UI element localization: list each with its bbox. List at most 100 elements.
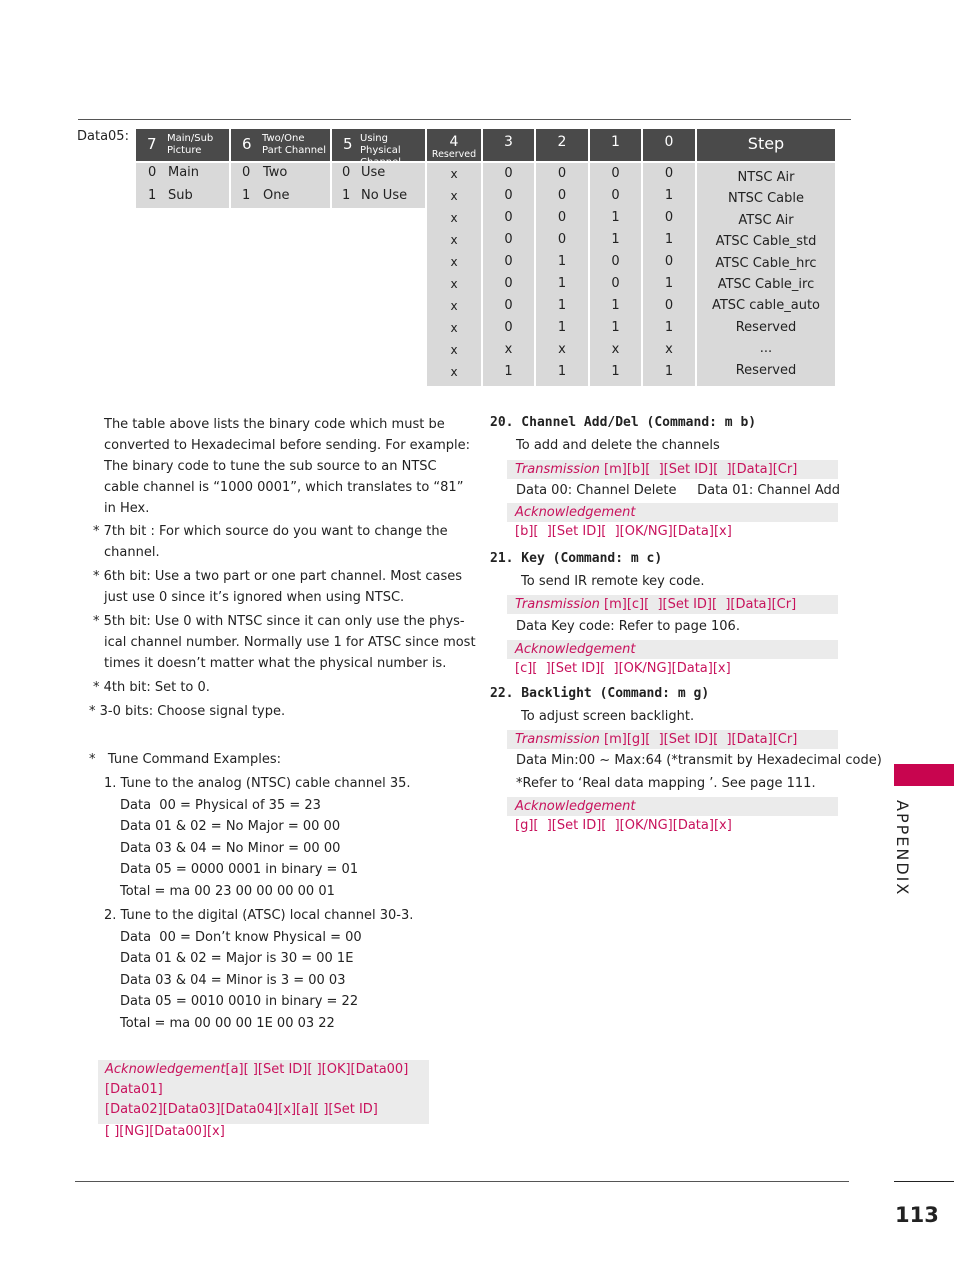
bit-cell: 1 bbox=[664, 188, 674, 203]
note-bits3-0: * 3-0 bits: Choose signal type. bbox=[89, 704, 286, 719]
bit-cell: 0 bbox=[504, 188, 513, 203]
option-label: No Use bbox=[361, 188, 408, 203]
header-bit0: 0 bbox=[643, 129, 695, 161]
bit-cell: x bbox=[450, 343, 458, 357]
step-cell: ATSC Cable_hrc bbox=[715, 255, 817, 271]
note-bit5: * 5th bit: Use 0 with NTSC since it can … bbox=[93, 614, 476, 671]
section-21-desc: To send IR remote key code. bbox=[521, 574, 705, 589]
bit-cell: x bbox=[450, 233, 458, 247]
bit-cell: 0 bbox=[557, 188, 567, 203]
bit-title: Reserved bbox=[431, 149, 477, 160]
bit-cell: x bbox=[450, 211, 458, 225]
bit-cell: 0 bbox=[664, 166, 674, 181]
option-label: Two bbox=[263, 165, 288, 180]
ack-label: Acknowledgement bbox=[105, 1062, 226, 1077]
column-bit2: 0 0 0 0 1 1 1 1 x 1 bbox=[536, 163, 588, 386]
section-20-data: Data 00: Channel Delete Data 01: Channel… bbox=[516, 483, 841, 498]
note-bit4: * 4th bit: Set to 0. bbox=[93, 680, 210, 695]
bit-number: 7 bbox=[147, 135, 157, 153]
bit-cell: 1 bbox=[664, 276, 674, 291]
header-bit3: 3 bbox=[483, 129, 534, 161]
column-bit4: xxxxxxxxxx bbox=[427, 163, 481, 386]
section-22-note: *Refer to ‘Real data mapping ’. See page… bbox=[516, 776, 816, 791]
bit-cell: 1 bbox=[504, 364, 513, 379]
bit-cell: x bbox=[450, 189, 458, 203]
option-value: 1 bbox=[342, 188, 351, 203]
header-bit1: 1 bbox=[590, 129, 641, 161]
bit-number: 1 bbox=[611, 134, 620, 150]
bit-cell: 1 bbox=[557, 276, 567, 291]
column-bit1: 0 0 1 1 0 0 1 1 x 1 bbox=[590, 163, 641, 386]
bit-cell: x bbox=[450, 255, 458, 269]
column-bit0: 0 1 0 1 0 1 0 1 x 1 bbox=[643, 163, 695, 386]
bit-number: 2 bbox=[557, 134, 567, 150]
examples-title: * Tune Command Examples: bbox=[89, 752, 281, 767]
header-step: Step bbox=[697, 129, 835, 161]
bit-cell: 0 bbox=[504, 210, 513, 225]
bit-number: 0 bbox=[664, 134, 674, 150]
bit-cell: 1 bbox=[557, 254, 567, 269]
step-cell: ATSC Air bbox=[738, 212, 794, 228]
bit-cell: 0 bbox=[611, 166, 620, 181]
bit-cell: 1 bbox=[611, 320, 620, 335]
options-bit5: 0 Use 1 No Use bbox=[332, 163, 425, 208]
step-cell: ATSC Cable_std bbox=[715, 234, 817, 250]
column-step: NTSC Air NTSC Cable ATSC Air ATSC Cable_std… bbox=[697, 163, 835, 386]
bit-cell: 0 bbox=[504, 298, 513, 313]
bit-cell: 0 bbox=[664, 254, 674, 269]
bit-cell: x bbox=[665, 342, 673, 357]
bit-cell: 0 bbox=[557, 166, 567, 181]
section-22-title: 22. Backlight (Command: m g) bbox=[490, 686, 710, 701]
step-cell: ATSC Cable_irc bbox=[717, 276, 815, 292]
note-bit7: * 7th bit : For which source do you want… bbox=[93, 524, 448, 560]
bit-number: 3 bbox=[504, 134, 513, 150]
example-2: 2. Tune to the digital (ATSC) local chan… bbox=[104, 908, 414, 1031]
bit-cell: x bbox=[611, 342, 620, 357]
section-tab-marker bbox=[894, 764, 954, 786]
note-bit6: * 6th bit: Use a two part or one part ch… bbox=[93, 569, 463, 605]
bit-number: 4 bbox=[449, 134, 459, 150]
bit-cell: 1 bbox=[611, 298, 620, 313]
bit-cell: x bbox=[450, 167, 458, 181]
header-bit7: 7 Main/Sub Picture bbox=[136, 129, 229, 161]
page-number: 113 bbox=[895, 1203, 939, 1227]
ack-line: [ ][NG][Data00][x] bbox=[105, 1124, 225, 1139]
bit-cell: x bbox=[450, 277, 458, 291]
top-rule bbox=[78, 119, 851, 120]
bit-cell: 1 bbox=[664, 320, 674, 335]
bit-cell: 0 bbox=[504, 254, 513, 269]
header-bit6: 6 Two/One Part Channel bbox=[231, 129, 330, 161]
section-21-data: Data Key code: Refer to page 106. bbox=[516, 619, 740, 634]
header-bit4: 4 Reserved bbox=[427, 129, 481, 161]
bit-cell: 1 bbox=[557, 364, 567, 379]
options-bit6: 0 Two 1 One bbox=[231, 163, 330, 208]
bit-cell: 0 bbox=[504, 320, 513, 335]
data05-label: Data05: bbox=[77, 129, 129, 144]
section-22-transmission: Transmission [m][g][ ][Set ID][ ][Data][… bbox=[507, 730, 838, 749]
option-value: 0 bbox=[148, 165, 157, 180]
section-22-acknowledgement: Acknowledgement [g][ ][Set ID][ ][OK/NG]… bbox=[507, 797, 838, 833]
section-21-acknowledgement: Acknowledgement [c][ ][Set ID][ ][OK/NG]… bbox=[507, 640, 838, 676]
step-cell: Reserved bbox=[735, 319, 797, 335]
option-value: 0 bbox=[342, 165, 351, 180]
example-1: 1. Tune to the analog (NTSC) cable chann… bbox=[104, 776, 411, 899]
option-value: 1 bbox=[242, 188, 251, 203]
step-cell: NTSC Cable bbox=[727, 191, 805, 207]
option-value: 0 bbox=[242, 165, 251, 180]
bit-cell: 1 bbox=[664, 232, 674, 247]
step-cell: NTSC Air bbox=[737, 170, 795, 185]
section-20-transmission: Transmission [m][b][ ][Set ID][ ][Data][… bbox=[507, 460, 838, 479]
option-label: Main bbox=[168, 165, 200, 180]
bit-cell: 1 bbox=[557, 320, 567, 335]
option-value: 1 bbox=[148, 188, 157, 203]
bit-cell: 0 bbox=[611, 188, 620, 203]
bit-title: Two/One Part Channel bbox=[262, 133, 326, 156]
option-label: Sub bbox=[168, 188, 193, 203]
bit-cell: 0 bbox=[664, 298, 674, 313]
section-label: APPENDIX bbox=[893, 800, 912, 897]
options-bit7: 0 Main 1 Sub bbox=[136, 163, 229, 208]
bit-number: 5 bbox=[343, 135, 353, 153]
tune-acknowledgement-box: Acknowledgement[a][ ][Set ID][ ][OK][Dat… bbox=[98, 1060, 429, 1139]
bit-cell: x bbox=[450, 321, 458, 335]
bit-cell: 0 bbox=[664, 210, 674, 225]
